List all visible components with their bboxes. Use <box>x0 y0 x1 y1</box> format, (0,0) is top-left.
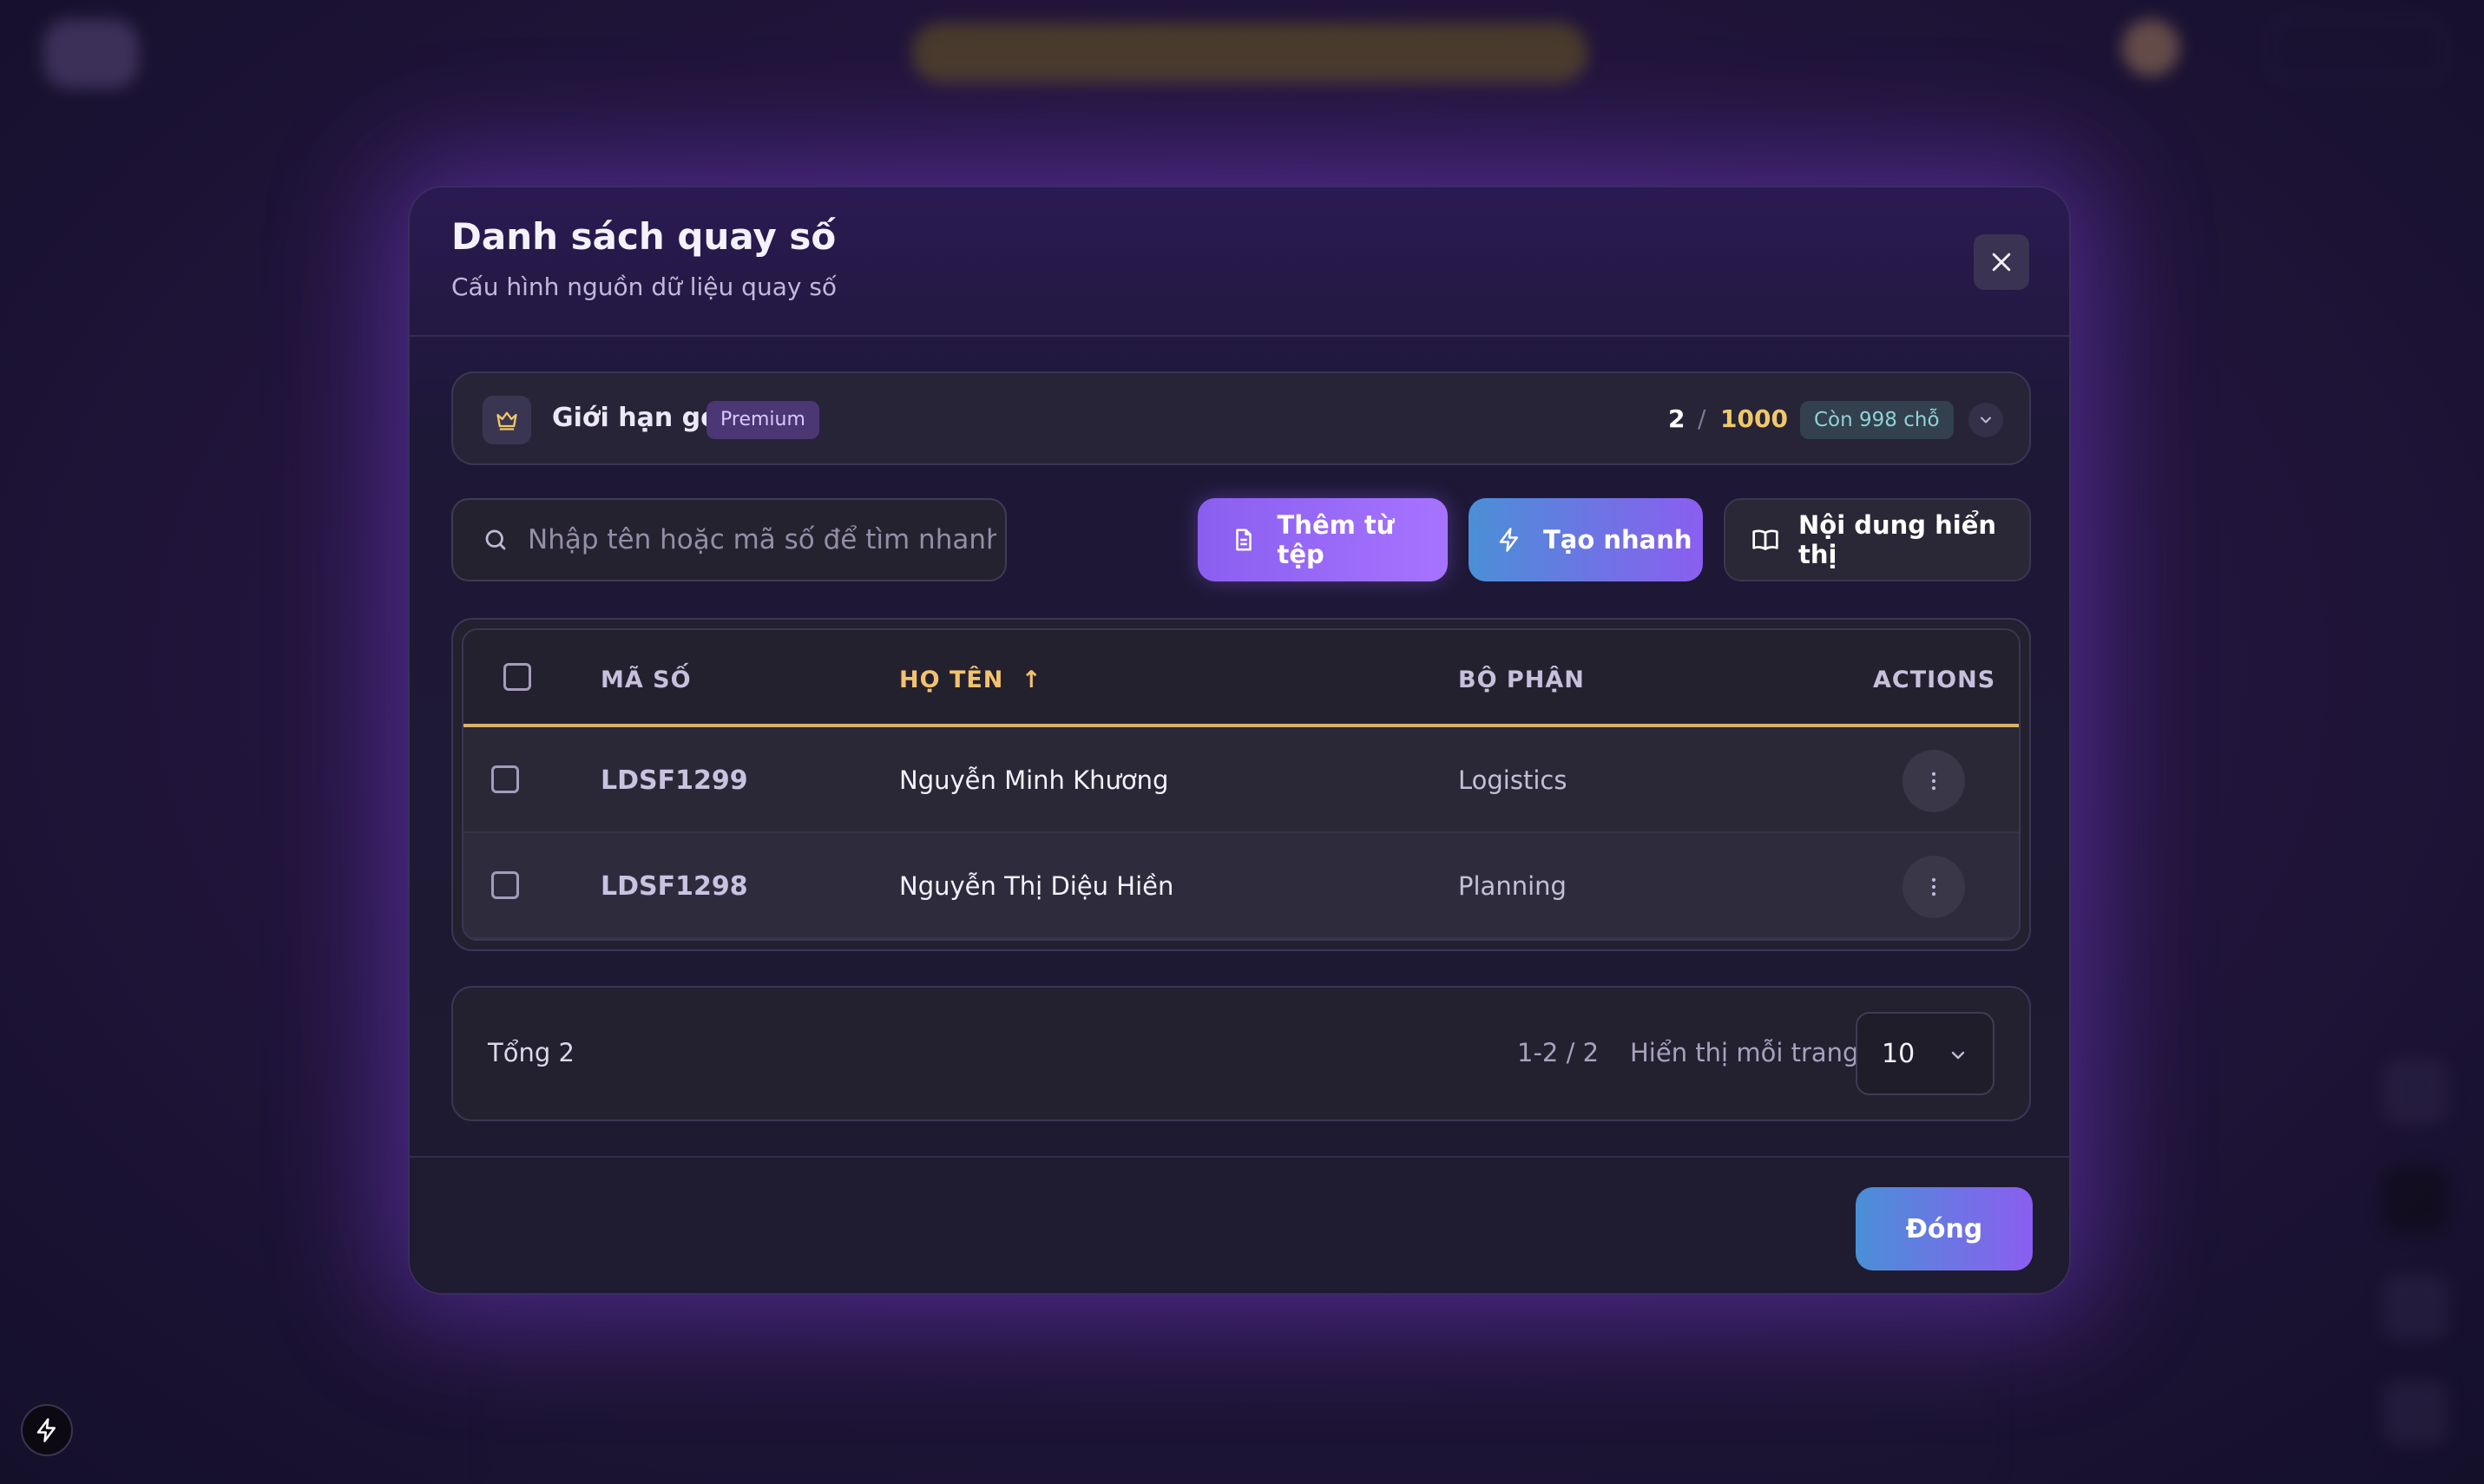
sort-arrow-icon: ↑ <box>1021 666 1042 693</box>
table-body: MÃ SỐ HỌ TÊN ↑ BỘ PHẬN ACTIONS LDSF1299 … <box>462 628 2021 941</box>
lightning-icon <box>34 1417 60 1443</box>
background-language-switch <box>2270 17 2443 80</box>
plan-used-count: 2 <box>1668 404 1686 433</box>
per-page-label: Hiển thị mỗi trang <box>1630 1038 1859 1067</box>
background-side-button <box>2382 1274 2448 1340</box>
background-fullscreen-button <box>2382 1059 2448 1125</box>
quick-create-button[interactable]: Tạo nhanh <box>1469 498 1703 581</box>
total-count: Tổng 2 <box>488 1038 575 1067</box>
chevron-down-icon <box>1944 1041 1972 1069</box>
table-row: LDSF1298 Nguyễn Thị Diệu Hiền Planning <box>463 833 2019 939</box>
participants-table: MÃ SỐ HỌ TÊN ↑ BỘ PHẬN ACTIONS LDSF1299 … <box>451 618 2031 951</box>
plan-limit-bar: Giới hạn gói Premium 2 / 1000 Còn 998 ch… <box>451 371 2031 465</box>
row-code: LDSF1298 <box>601 871 748 902</box>
column-header-name-label: HỌ TÊN <box>899 666 1004 693</box>
close-modal-button[interactable]: Đóng <box>1856 1187 2033 1271</box>
background-logo <box>43 19 139 89</box>
quick-create-label: Tạo nhanh <box>1543 525 1692 555</box>
page-range: 1-2 / 2 <box>1517 1038 1600 1067</box>
row-department: Planning <box>1458 871 1567 901</box>
more-vertical-icon <box>1922 875 1946 899</box>
search-input[interactable] <box>528 514 996 566</box>
per-page-select[interactable]: 10 <box>1856 1012 1994 1095</box>
book-icon <box>1751 525 1779 555</box>
premium-badge: Premium <box>706 401 819 439</box>
crown-icon-box <box>483 396 531 444</box>
search-box <box>451 498 1007 581</box>
raffle-list-modal: Danh sách quay số Cấu hình nguồn dữ liệu… <box>408 186 2071 1295</box>
close-icon <box>1988 249 2014 275</box>
row-actions-button[interactable] <box>1902 856 1965 918</box>
background-banner-pill <box>911 23 1588 83</box>
plan-limit-count: 1000 <box>1720 404 1788 433</box>
column-header-actions: ACTIONS <box>1873 666 1996 693</box>
add-from-file-label: Thêm từ tệp <box>1277 510 1395 569</box>
chevron-down-icon <box>1977 411 1994 429</box>
row-name: Nguyễn Minh Khương <box>899 765 1169 795</box>
close-button[interactable] <box>1974 234 2029 290</box>
per-page-value: 10 <box>1882 1038 1916 1069</box>
background-panel <box>486 1319 1996 1484</box>
modal-title: Danh sách quay số <box>451 215 837 258</box>
pagination-bar: Tổng 2 1-2 / 2 Hiển thị mỗi trang 10 <box>451 986 2031 1121</box>
plan-expand-button[interactable] <box>1968 403 2003 437</box>
display-content-button[interactable]: Nội dung hiển thị <box>1724 498 2031 581</box>
file-icon <box>1229 525 1258 555</box>
background-phone-button <box>2382 1166 2448 1232</box>
row-actions-button[interactable] <box>1902 750 1965 812</box>
select-all-checkbox[interactable] <box>503 663 531 691</box>
column-header-code[interactable]: MÃ SỐ <box>601 666 692 693</box>
display-content-label: Nội dung hiển thị <box>1798 510 1997 569</box>
column-header-department[interactable]: BỘ PHẬN <box>1458 666 1585 693</box>
background-avatar <box>2122 19 2179 76</box>
modal-footer: Đóng <box>410 1156 2069 1293</box>
column-header-name[interactable]: HỌ TÊN ↑ <box>899 666 1042 693</box>
remaining-slots-badge: Còn 998 chỗ <box>1800 401 1954 439</box>
row-code: LDSF1299 <box>601 765 748 796</box>
modal-header: Danh sách quay số Cấu hình nguồn dữ liệu… <box>410 187 2069 337</box>
table-row: LDSF1299 Nguyễn Minh Khương Logistics <box>463 727 2019 833</box>
plan-limit-label: Giới hạn gói <box>552 403 728 433</box>
plan-separator: / <box>1698 404 1706 433</box>
more-vertical-icon <box>1922 769 1946 793</box>
row-name: Nguyễn Thị Diệu Hiền <box>899 871 1174 901</box>
search-icon <box>481 525 510 555</box>
row-checkbox[interactable] <box>491 765 519 793</box>
background-header <box>0 0 2484 104</box>
quick-action-button[interactable] <box>21 1404 73 1456</box>
lightning-icon <box>1495 525 1524 555</box>
background-chat-button <box>2382 1380 2448 1446</box>
modal-subtitle: Cấu hình nguồn dữ liệu quay số <box>451 273 838 301</box>
crown-icon <box>495 408 519 432</box>
add-from-file-button[interactable]: Thêm từ tệp <box>1198 498 1448 581</box>
table-header: MÃ SỐ HỌ TÊN ↑ BỘ PHẬN ACTIONS <box>463 630 2019 727</box>
row-checkbox[interactable] <box>491 871 519 899</box>
row-department: Logistics <box>1458 765 1567 795</box>
